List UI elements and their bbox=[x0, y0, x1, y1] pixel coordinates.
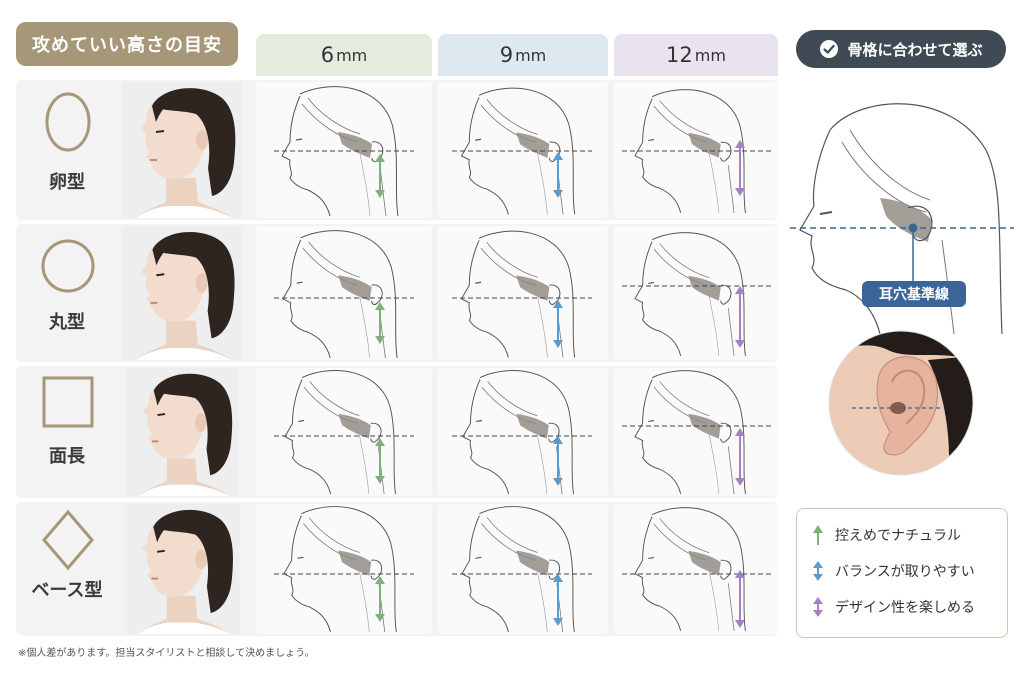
face-sketch bbox=[274, 505, 414, 632]
blue-double-arrow-icon bbox=[813, 561, 823, 581]
column-header-6mm: 6 mm bbox=[256, 34, 432, 76]
legend-item-natural: 控えめでナチュラル bbox=[797, 517, 1007, 553]
cell-oval-9mm bbox=[438, 82, 608, 218]
row-label-oval: 卵型 bbox=[49, 172, 85, 193]
face-sketch bbox=[622, 89, 772, 214]
column-value: 12 bbox=[666, 43, 693, 67]
legend: 控えめでナチュラル バランスが取りやすい デザイン性を楽しめる bbox=[796, 508, 1008, 638]
purple-double-arrow-icon bbox=[813, 597, 823, 617]
cell-square-12mm bbox=[614, 368, 778, 496]
circle-shape-icon bbox=[41, 239, 95, 293]
profile-photo bbox=[122, 82, 242, 218]
square-shape-icon bbox=[42, 376, 94, 428]
cell-circle-9mm bbox=[438, 226, 608, 360]
diamond-shape-icon bbox=[42, 509, 94, 571]
profile-photo bbox=[122, 504, 242, 634]
footnote: ※個人差があります。担当スタイリストと相談して決めましょう。 bbox=[18, 648, 315, 659]
face-sketch bbox=[452, 505, 592, 632]
legend-label: バランスが取りやすい bbox=[835, 564, 975, 580]
face-sketch bbox=[274, 369, 414, 494]
legend-item-balanced: バランスが取りやすい bbox=[797, 553, 1007, 589]
face-sketch bbox=[452, 87, 592, 216]
bone-structure-badge: 骨格に合わせて選ぶ bbox=[796, 30, 1006, 68]
check-circle-icon bbox=[820, 40, 839, 58]
row-label-diamond: ベース型 bbox=[31, 580, 103, 601]
cell-diamond-12mm bbox=[614, 504, 778, 634]
column-unit: mm bbox=[694, 45, 726, 65]
profile-photo bbox=[122, 368, 242, 496]
legend-label: デザイン性を楽しめる bbox=[835, 600, 975, 616]
column-value: 6 bbox=[320, 43, 335, 67]
profile-photo bbox=[122, 226, 242, 360]
face-sketch bbox=[622, 507, 772, 632]
oval-shape-icon bbox=[45, 92, 91, 152]
legend-item-design: デザイン性を楽しめる bbox=[797, 589, 1007, 625]
ear-line-label: 耳穴基準線 bbox=[862, 281, 966, 307]
column-unit: mm bbox=[336, 45, 368, 65]
column-unit: mm bbox=[515, 45, 547, 65]
face-sketch bbox=[274, 230, 414, 358]
cell-oval-6mm bbox=[256, 82, 432, 218]
cell-square-9mm bbox=[438, 368, 608, 496]
cell-oval-12mm bbox=[614, 82, 778, 218]
badge-label: 骨格に合わせて選ぶ bbox=[847, 40, 983, 59]
cell-diamond-6mm bbox=[256, 504, 432, 634]
column-header-12mm: 12 mm bbox=[614, 34, 778, 76]
column-header-9mm: 9 mm bbox=[438, 34, 608, 76]
green-arrow-icon bbox=[813, 525, 823, 545]
ear-closeup-photo bbox=[828, 330, 974, 476]
column-value: 9 bbox=[499, 43, 514, 67]
page-title: 攻めていい高さの目安 bbox=[16, 22, 238, 66]
row-label-square: 面長 bbox=[49, 446, 85, 467]
cell-square-6mm bbox=[256, 368, 432, 496]
cell-diamond-9mm bbox=[438, 504, 608, 634]
face-sketch bbox=[622, 370, 772, 494]
face-sketch bbox=[452, 230, 592, 358]
face-sketch bbox=[452, 369, 592, 494]
legend-label: 控えめでナチュラル bbox=[835, 528, 961, 544]
row-label-circle: 丸型 bbox=[49, 312, 85, 333]
cell-circle-6mm bbox=[256, 226, 432, 360]
cell-circle-12mm bbox=[614, 226, 778, 360]
face-sketch bbox=[622, 232, 772, 357]
face-sketch bbox=[274, 86, 414, 216]
